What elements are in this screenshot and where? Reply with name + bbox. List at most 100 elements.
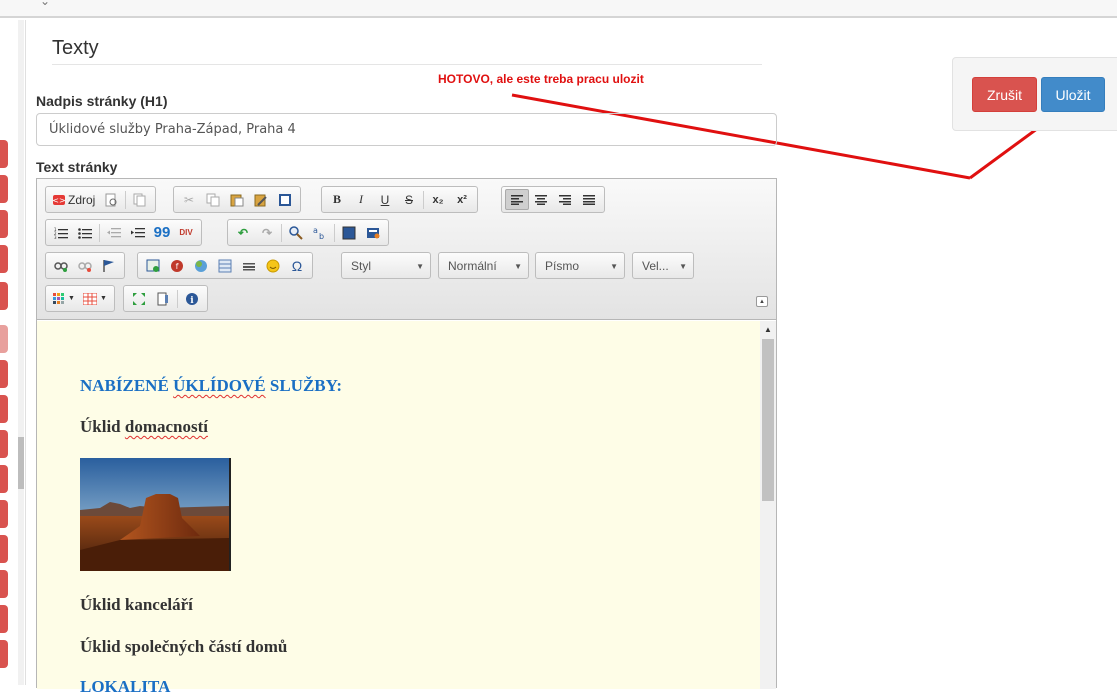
- editor-scrollbar[interactable]: ▲: [760, 321, 776, 689]
- content-image[interactable]: [80, 458, 231, 571]
- editor-scroll-thumb[interactable]: [762, 339, 774, 501]
- outdent-icon: [107, 227, 121, 237]
- maximize-button[interactable]: [127, 288, 151, 309]
- iframe-button[interactable]: [189, 255, 213, 276]
- text-color-button[interactable]: ▼: [49, 288, 79, 309]
- chevron-down-icon: ▼: [99, 295, 107, 302]
- sidebar-tab[interactable]: [0, 535, 8, 563]
- font-select-value: Písmo: [545, 258, 580, 273]
- sidebar-scrollbar[interactable]: [18, 20, 24, 685]
- italic-button[interactable]: I: [349, 189, 373, 210]
- horizontal-rule-button[interactable]: [237, 255, 261, 276]
- svg-text:<>: <>: [53, 196, 65, 205]
- subscript-button[interactable]: x₂: [426, 189, 450, 210]
- heading-text: NABÍZENÉ: [80, 376, 174, 395]
- undo-icon: ↶: [237, 225, 249, 240]
- sidebar-tab[interactable]: [0, 640, 8, 668]
- underline-button[interactable]: U: [373, 189, 397, 210]
- annotation-text: HOTOVO, ale este treba pracu ulozit: [438, 72, 644, 86]
- paste-button[interactable]: [225, 189, 249, 210]
- sidebar-scroll-thumb[interactable]: [18, 437, 24, 489]
- sidebar-tab[interactable]: [0, 282, 8, 310]
- image-button[interactable]: [141, 255, 165, 276]
- replace-button[interactable]: ab: [308, 222, 332, 243]
- save-button[interactable]: Uložit: [1041, 77, 1105, 112]
- flash-button[interactable]: f: [165, 255, 189, 276]
- font-select[interactable]: Písmo ▼: [535, 252, 625, 279]
- div-button[interactable]: DIV: [174, 222, 198, 243]
- about-button[interactable]: i: [180, 288, 204, 309]
- sidebar-tab[interactable]: [0, 605, 8, 633]
- source-button[interactable]: <> Zdroj: [49, 189, 99, 210]
- sidebar-tab[interactable]: [0, 570, 8, 598]
- bullet-list-button[interactable]: [73, 222, 97, 243]
- paste-text-button[interactable]: [249, 189, 273, 210]
- select-all-button[interactable]: [337, 222, 361, 243]
- flash-icon: f: [171, 259, 183, 272]
- outdent-button[interactable]: [102, 222, 126, 243]
- unlink-icon: [78, 261, 92, 272]
- rich-text-editor[interactable]: <> Zdroj ✂ B I U S x₂ x² 1 2 3 99 DIV ↶ …: [36, 178, 777, 696]
- numbered-list-icon: 123: [54, 227, 68, 239]
- sidebar-tab[interactable]: [0, 360, 8, 388]
- sidebar-tab[interactable]: [0, 140, 8, 168]
- sidebar-tab[interactable]: [0, 245, 8, 273]
- text-label: Text stránky: [36, 159, 118, 175]
- superscript-button[interactable]: x²: [450, 189, 474, 210]
- indent-button[interactable]: [126, 222, 150, 243]
- bold-button[interactable]: B: [325, 189, 349, 210]
- sidebar-tab[interactable]: [0, 465, 8, 493]
- divider: [281, 223, 282, 242]
- divider: [25, 20, 26, 685]
- collapse-toolbar-button[interactable]: ▲: [756, 296, 768, 307]
- toolbar-group-links: [45, 252, 125, 279]
- align-right-button[interactable]: [553, 189, 577, 210]
- redo-button[interactable]: ↷: [255, 222, 279, 243]
- link-button[interactable]: [49, 255, 73, 276]
- sidebar-tab[interactable]: [0, 325, 8, 353]
- spellcheck-button[interactable]: [361, 222, 385, 243]
- align-justify-button[interactable]: [577, 189, 601, 210]
- anchor-button[interactable]: [97, 255, 121, 276]
- chevron-down-icon: ▼: [610, 262, 618, 271]
- svg-text:i: i: [190, 296, 194, 306]
- numbered-list-button[interactable]: 123: [49, 222, 73, 243]
- smiley-button[interactable]: [261, 255, 285, 276]
- paste-word-button[interactable]: [273, 189, 297, 210]
- blockquote-button[interactable]: 99: [150, 222, 174, 243]
- search-icon: [289, 225, 303, 240]
- svg-text:a: a: [313, 226, 318, 235]
- table-button[interactable]: [213, 255, 237, 276]
- find-button[interactable]: [284, 222, 308, 243]
- format-select[interactable]: Normální ▼: [438, 252, 529, 279]
- replace-icon: ab: [313, 226, 324, 240]
- heading-input[interactable]: Úklidové služby Praha-Západ, Praha 4: [36, 113, 777, 146]
- show-blocks-button[interactable]: [151, 288, 175, 309]
- align-left-button[interactable]: [505, 189, 529, 210]
- editor-content[interactable]: NABÍZENÉ ÚKLÍDOVÉ SLUŽBY: Úklid domacnos…: [37, 321, 760, 696]
- preview-button[interactable]: [99, 189, 123, 210]
- templates-button[interactable]: [128, 189, 152, 210]
- special-char-button[interactable]: Ω: [285, 255, 309, 276]
- chevron-down-icon: ▼: [68, 295, 75, 302]
- content-heading-location: LOKALITA: [80, 677, 171, 696]
- sidebar-tab[interactable]: [0, 175, 8, 203]
- align-center-button[interactable]: [529, 189, 553, 210]
- sidebar-tab[interactable]: [0, 500, 8, 528]
- cancel-button[interactable]: Zrušit: [972, 77, 1037, 112]
- unlink-button[interactable]: [73, 255, 97, 276]
- table-insert-button[interactable]: ▼: [79, 288, 111, 309]
- copy-button[interactable]: [201, 189, 225, 210]
- toolbar-group-document: <> Zdroj: [45, 186, 157, 213]
- sidebar-tab[interactable]: [0, 210, 8, 238]
- source-icon: <>: [53, 194, 65, 205]
- style-select[interactable]: Styl ▼: [341, 252, 431, 279]
- size-select[interactable]: Vel... ▼: [632, 252, 694, 279]
- strike-button[interactable]: S: [397, 189, 421, 210]
- cut-button[interactable]: ✂: [177, 189, 201, 210]
- sidebar-tab[interactable]: [0, 395, 8, 423]
- sidebar-tab[interactable]: [0, 430, 8, 458]
- scroll-up-icon[interactable]: ▲: [764, 325, 772, 334]
- toolbar-group-tools: i: [123, 285, 208, 312]
- undo-button[interactable]: ↶: [231, 222, 255, 243]
